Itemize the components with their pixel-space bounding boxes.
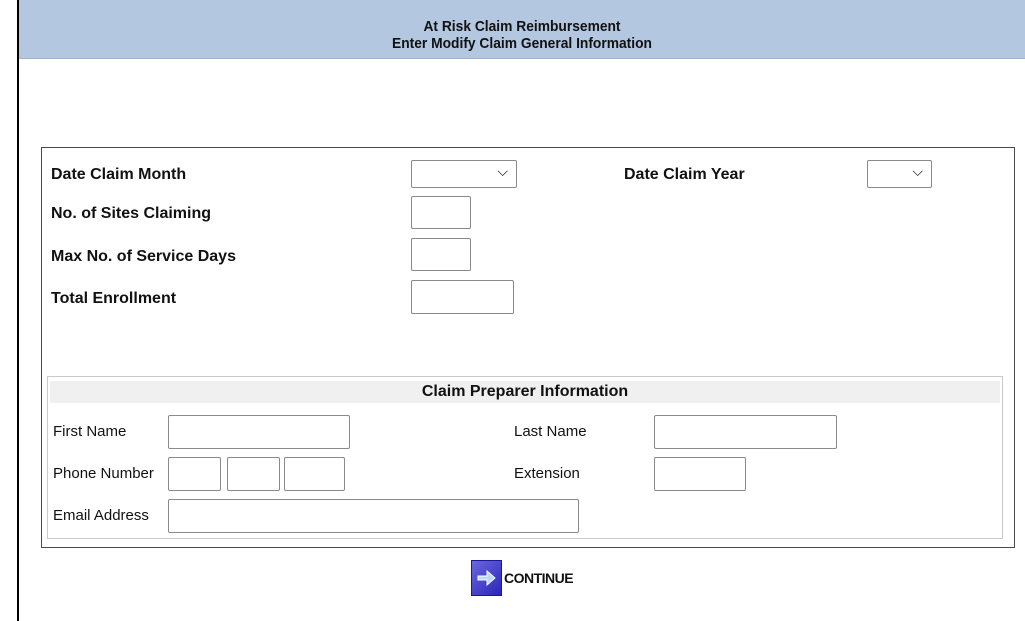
- email-address-label: Email Address: [53, 507, 149, 524]
- date-claim-month-select[interactable]: ⌵: [411, 160, 517, 188]
- form-frame: At Risk Claim Reimbursement Enter Modify…: [17, 0, 1025, 621]
- extension-label: Extension: [514, 465, 580, 482]
- first-name-label: First Name: [53, 423, 127, 440]
- sites-claiming-label: No. of Sites Claiming: [51, 205, 212, 222]
- continue-label: CONTINUE: [504, 570, 574, 586]
- claim-preparer-box: Claim Preparer Information First Name La…: [47, 376, 1003, 539]
- phone-prefix-input[interactable]: [227, 457, 280, 491]
- chevron-down-icon: ⌵: [912, 164, 923, 180]
- phone-area-code-input[interactable]: [168, 457, 221, 491]
- total-enrollment-label: Total Enrollment: [51, 290, 177, 307]
- service-days-label: Max No. of Service Days: [51, 248, 236, 265]
- extension-input[interactable]: [654, 457, 746, 491]
- phone-line-input[interactable]: [284, 457, 345, 491]
- first-name-input[interactable]: [168, 415, 350, 449]
- continue-button[interactable]: CONTINUE: [471, 559, 574, 597]
- page-header: At Risk Claim Reimbursement Enter Modify…: [19, 0, 1025, 59]
- page-subtitle: Enter Modify Claim General Information: [392, 35, 652, 52]
- page-title: At Risk Claim Reimbursement: [423, 18, 621, 35]
- last-name-input[interactable]: [654, 415, 837, 449]
- chevron-down-icon: ⌵: [497, 164, 508, 180]
- phone-number-label: Phone Number: [53, 465, 154, 482]
- total-enrollment-input[interactable]: [411, 280, 514, 314]
- claim-preparer-title: Claim Preparer Information: [50, 381, 1000, 403]
- email-address-input[interactable]: [168, 499, 579, 533]
- arrow-right-icon: [471, 560, 502, 596]
- date-claim-year-label: Date Claim Year: [624, 166, 745, 183]
- claim-info-box: Date Claim Month ⌵ Date Claim Year ⌵ No.…: [41, 147, 1015, 548]
- sites-claiming-input[interactable]: [411, 196, 471, 229]
- service-days-input[interactable]: [411, 238, 471, 271]
- date-claim-year-select[interactable]: ⌵: [867, 160, 932, 188]
- last-name-label: Last Name: [514, 423, 587, 440]
- date-claim-month-label: Date Claim Month: [51, 166, 187, 183]
